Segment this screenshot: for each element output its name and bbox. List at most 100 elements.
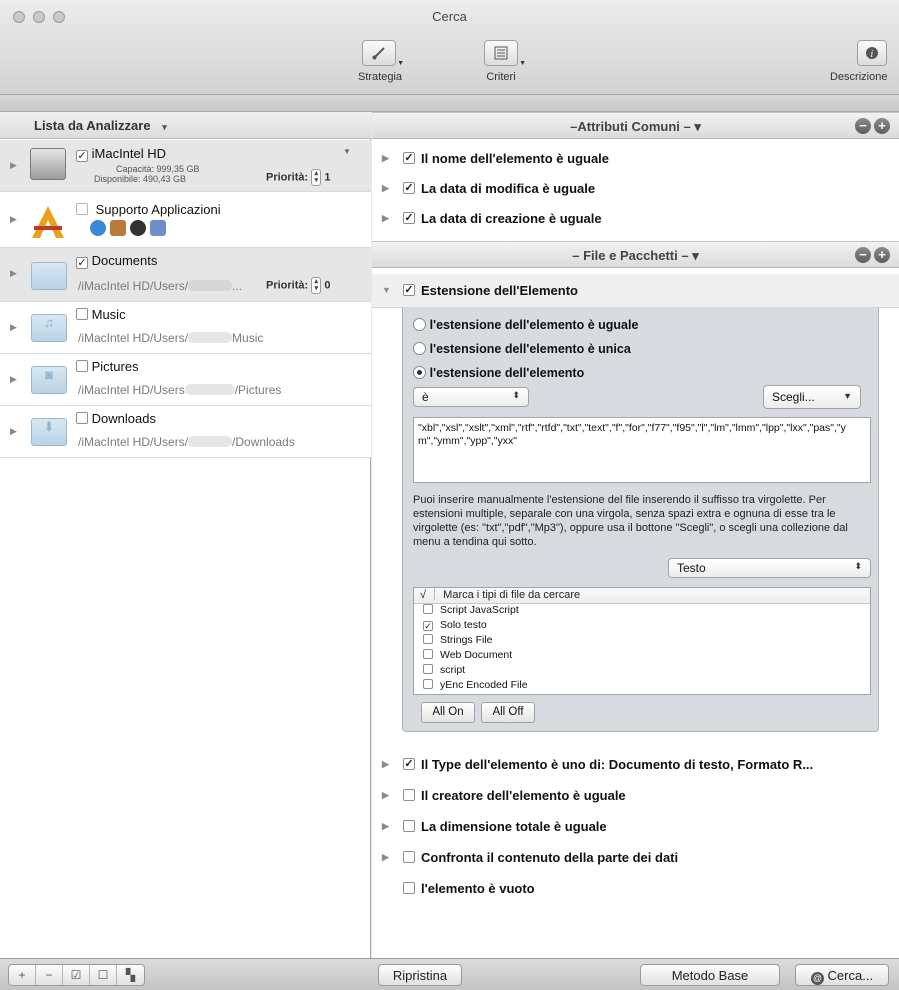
criterion-checkbox[interactable]: ✓ — [403, 212, 415, 224]
file-types-header[interactable]: √ Marca i tipi di file da cercare — [414, 588, 870, 604]
disclosure-triangle-icon[interactable]: ▶ — [382, 153, 389, 164]
descrizione-button[interactable]: i — [857, 40, 887, 66]
file-type-row[interactable]: Web Document — [414, 649, 870, 664]
window-toolbar: Cerca ▼ Strategia ▼ Criteri i Descrizion… — [0, 0, 899, 95]
disclosure-triangle-icon[interactable]: ▶ — [382, 821, 389, 832]
folder-icon — [31, 262, 67, 290]
criterion-creator-equal[interactable]: ▶ Il creatore dell'elemento è uguale — [372, 781, 899, 811]
disclosure-triangle-icon[interactable]: ▶ — [10, 268, 17, 279]
source-list-header[interactable]: Lista da Analizzare ▾ — [0, 112, 371, 139]
radio-button[interactable] — [413, 318, 426, 331]
file-type-row[interactable]: Strings File — [414, 634, 870, 649]
criterion-checkbox[interactable]: ✓ — [403, 758, 415, 770]
include-checkbox[interactable]: ✓ — [76, 150, 88, 162]
criteri-button[interactable]: ▼ — [484, 40, 526, 67]
type-checkbox[interactable] — [423, 664, 433, 674]
radio-option-unique[interactable]: l'estensione dell'elemento è unica — [413, 341, 631, 356]
source-options-button[interactable]: ▚ — [117, 965, 144, 985]
disclosure-triangle-icon[interactable]: ▶ — [10, 322, 17, 333]
metodo-base-button[interactable]: Metodo Base — [640, 964, 780, 986]
disclosure-triangle-icon[interactable]: ▶ — [382, 183, 389, 194]
all-on-button[interactable]: All On — [421, 702, 475, 723]
include-checkbox[interactable] — [76, 203, 88, 215]
criterion-checkbox[interactable]: ✓ — [403, 152, 415, 164]
source-row-documents[interactable]: ▶ ✓ Documents /iMacIntel HD/Users/... Pr… — [0, 248, 371, 302]
priority-stepper[interactable]: ▴ ▾ — [311, 277, 322, 294]
radio-button[interactable] — [413, 342, 426, 355]
row-menu-arrow-icon[interactable]: ▼ — [343, 147, 351, 156]
cerca-button[interactable]: @ Cerca... — [795, 964, 889, 986]
remove-criterion-button[interactable]: − — [855, 118, 871, 134]
include-checkbox[interactable] — [76, 360, 88, 372]
criterion-checkbox[interactable] — [403, 789, 415, 801]
radio-button[interactable] — [413, 366, 426, 379]
add-criterion-button[interactable]: + — [874, 247, 890, 263]
criterion-item-empty[interactable]: l'elemento è vuoto — [372, 874, 899, 904]
radio-option-extension[interactable]: l'estensione dell'elemento — [413, 365, 584, 380]
extension-options-panel: l'estensione dell'elemento è uguale l'es… — [402, 307, 879, 732]
source-row-supporto-applicazioni[interactable]: ▶ Supporto Applicazioni — [0, 192, 371, 248]
disclosure-triangle-icon[interactable]: ▶ — [10, 160, 17, 171]
source-row-pictures[interactable]: ▶ ◙ Pictures /iMacIntel HD/Users/Picture… — [0, 354, 371, 406]
descrizione-label: Descrizione — [830, 71, 888, 83]
criterion-checkbox[interactable] — [403, 851, 415, 863]
type-label: Script JavaScript — [440, 604, 519, 616]
criterion-checkbox[interactable]: ✓ — [403, 284, 415, 296]
file-type-row[interactable]: ✓ Solo testo — [414, 619, 870, 634]
remove-source-button[interactable]: − — [36, 965, 63, 985]
file-type-row[interactable]: Script JavaScript — [414, 604, 870, 619]
disclosure-triangle-icon[interactable]: ▶ — [10, 426, 17, 437]
radio-option-equal[interactable]: l'estensione dell'elemento è uguale — [413, 317, 638, 332]
add-criterion-button[interactable]: + — [874, 118, 890, 134]
criterion-type-one-of[interactable]: ▶ ✓ Il Type dell'elemento è uno di: Docu… — [372, 750, 899, 780]
criterion-extension[interactable]: ▼ ✓ Estensione dell'Elemento — [372, 274, 899, 308]
priority-stepper[interactable]: ▴ ▾ — [311, 169, 322, 186]
criterion-checkbox[interactable]: ✓ — [403, 182, 415, 194]
type-checkbox[interactable] — [423, 604, 433, 614]
file-type-row[interactable]: yEnc Encoded File — [414, 679, 870, 694]
include-checkbox[interactable]: ✓ — [76, 257, 88, 269]
all-off-button[interactable]: All Off — [481, 702, 535, 723]
criterion-modify-date-equal[interactable]: ▶ ✓ La data di modifica è uguale — [372, 174, 899, 204]
disclosure-triangle-icon[interactable]: ▶ — [382, 790, 389, 801]
remove-criterion-button[interactable]: − — [855, 247, 871, 263]
extension-textarea[interactable]: "xbl","xsl","xslt","xml","rtf","rtfd","t… — [413, 417, 871, 483]
file-types-table: √ Marca i tipi di file da cercare Script… — [413, 587, 871, 695]
section-header-file-e-pacchetti[interactable]: – File e Pacchetti – ▾ − + — [372, 241, 899, 268]
source-row-imacintel-hd[interactable]: ▶ ✓ iMacIntel HD Capacità: 999,35 GB Dis… — [0, 140, 371, 192]
criterion-create-date-equal[interactable]: ▶ ✓ La data di creazione è uguale — [372, 204, 899, 234]
disclosure-triangle-open-icon[interactable]: ▼ — [382, 285, 391, 295]
file-type-row[interactable]: script — [414, 664, 870, 679]
disclosure-triangle-icon[interactable]: ▶ — [10, 374, 17, 385]
disclosure-triangle-icon[interactable]: ▶ — [382, 213, 389, 224]
type-checkbox[interactable] — [423, 649, 433, 659]
criterion-total-size-equal[interactable]: ▶ La dimensione totale è uguale — [372, 812, 899, 842]
section-header-attributi-comuni[interactable]: –Attributi Comuni – ▾ − + — [372, 112, 899, 139]
strategia-button[interactable]: ▼ — [362, 40, 404, 67]
pictures-folder-icon: ◙ — [31, 366, 67, 394]
operator-select[interactable]: è ⬍ — [413, 387, 529, 407]
type-label: Strings File — [440, 634, 493, 646]
collection-select[interactable]: Testo ⬍ — [668, 558, 871, 578]
choose-popup[interactable]: Scegli... ▼ — [763, 385, 861, 409]
updown-arrows-icon: ⬍ — [512, 390, 520, 400]
include-checkbox[interactable] — [76, 308, 88, 320]
source-row-music[interactable]: ▶ ♫ Music /iMacIntel HD/Users/Music — [0, 302, 371, 354]
type-checkbox[interactable] — [423, 679, 433, 689]
type-checkbox[interactable]: ✓ — [423, 621, 433, 631]
criterion-name-equal[interactable]: ▶ ✓ Il nome dell'elemento è uguale — [372, 144, 899, 174]
criterion-checkbox[interactable] — [403, 820, 415, 832]
include-checkbox[interactable] — [76, 412, 88, 424]
disclosure-triangle-icon[interactable]: ▶ — [10, 214, 17, 225]
type-checkbox[interactable] — [423, 634, 433, 644]
disclosure-triangle-icon[interactable]: ▶ — [382, 852, 389, 863]
source-row-downloads[interactable]: ▶ ⬇ Downloads /iMacIntel HD/Users/ /Downl… — [0, 406, 371, 458]
criterion-checkbox[interactable] — [403, 882, 415, 894]
uncheck-source-button[interactable]: ☐ — [90, 965, 117, 985]
disclosure-triangle-icon[interactable]: ▶ — [382, 759, 389, 770]
type-label: Web Document — [440, 649, 513, 661]
add-source-button[interactable]: + — [9, 965, 36, 985]
criterion-compare-data-fork[interactable]: ▶ Confronta il contenuto della parte dei… — [372, 843, 899, 873]
ripristina-button[interactable]: Ripristina — [378, 964, 462, 986]
check-source-button[interactable]: ☑ — [63, 965, 90, 985]
